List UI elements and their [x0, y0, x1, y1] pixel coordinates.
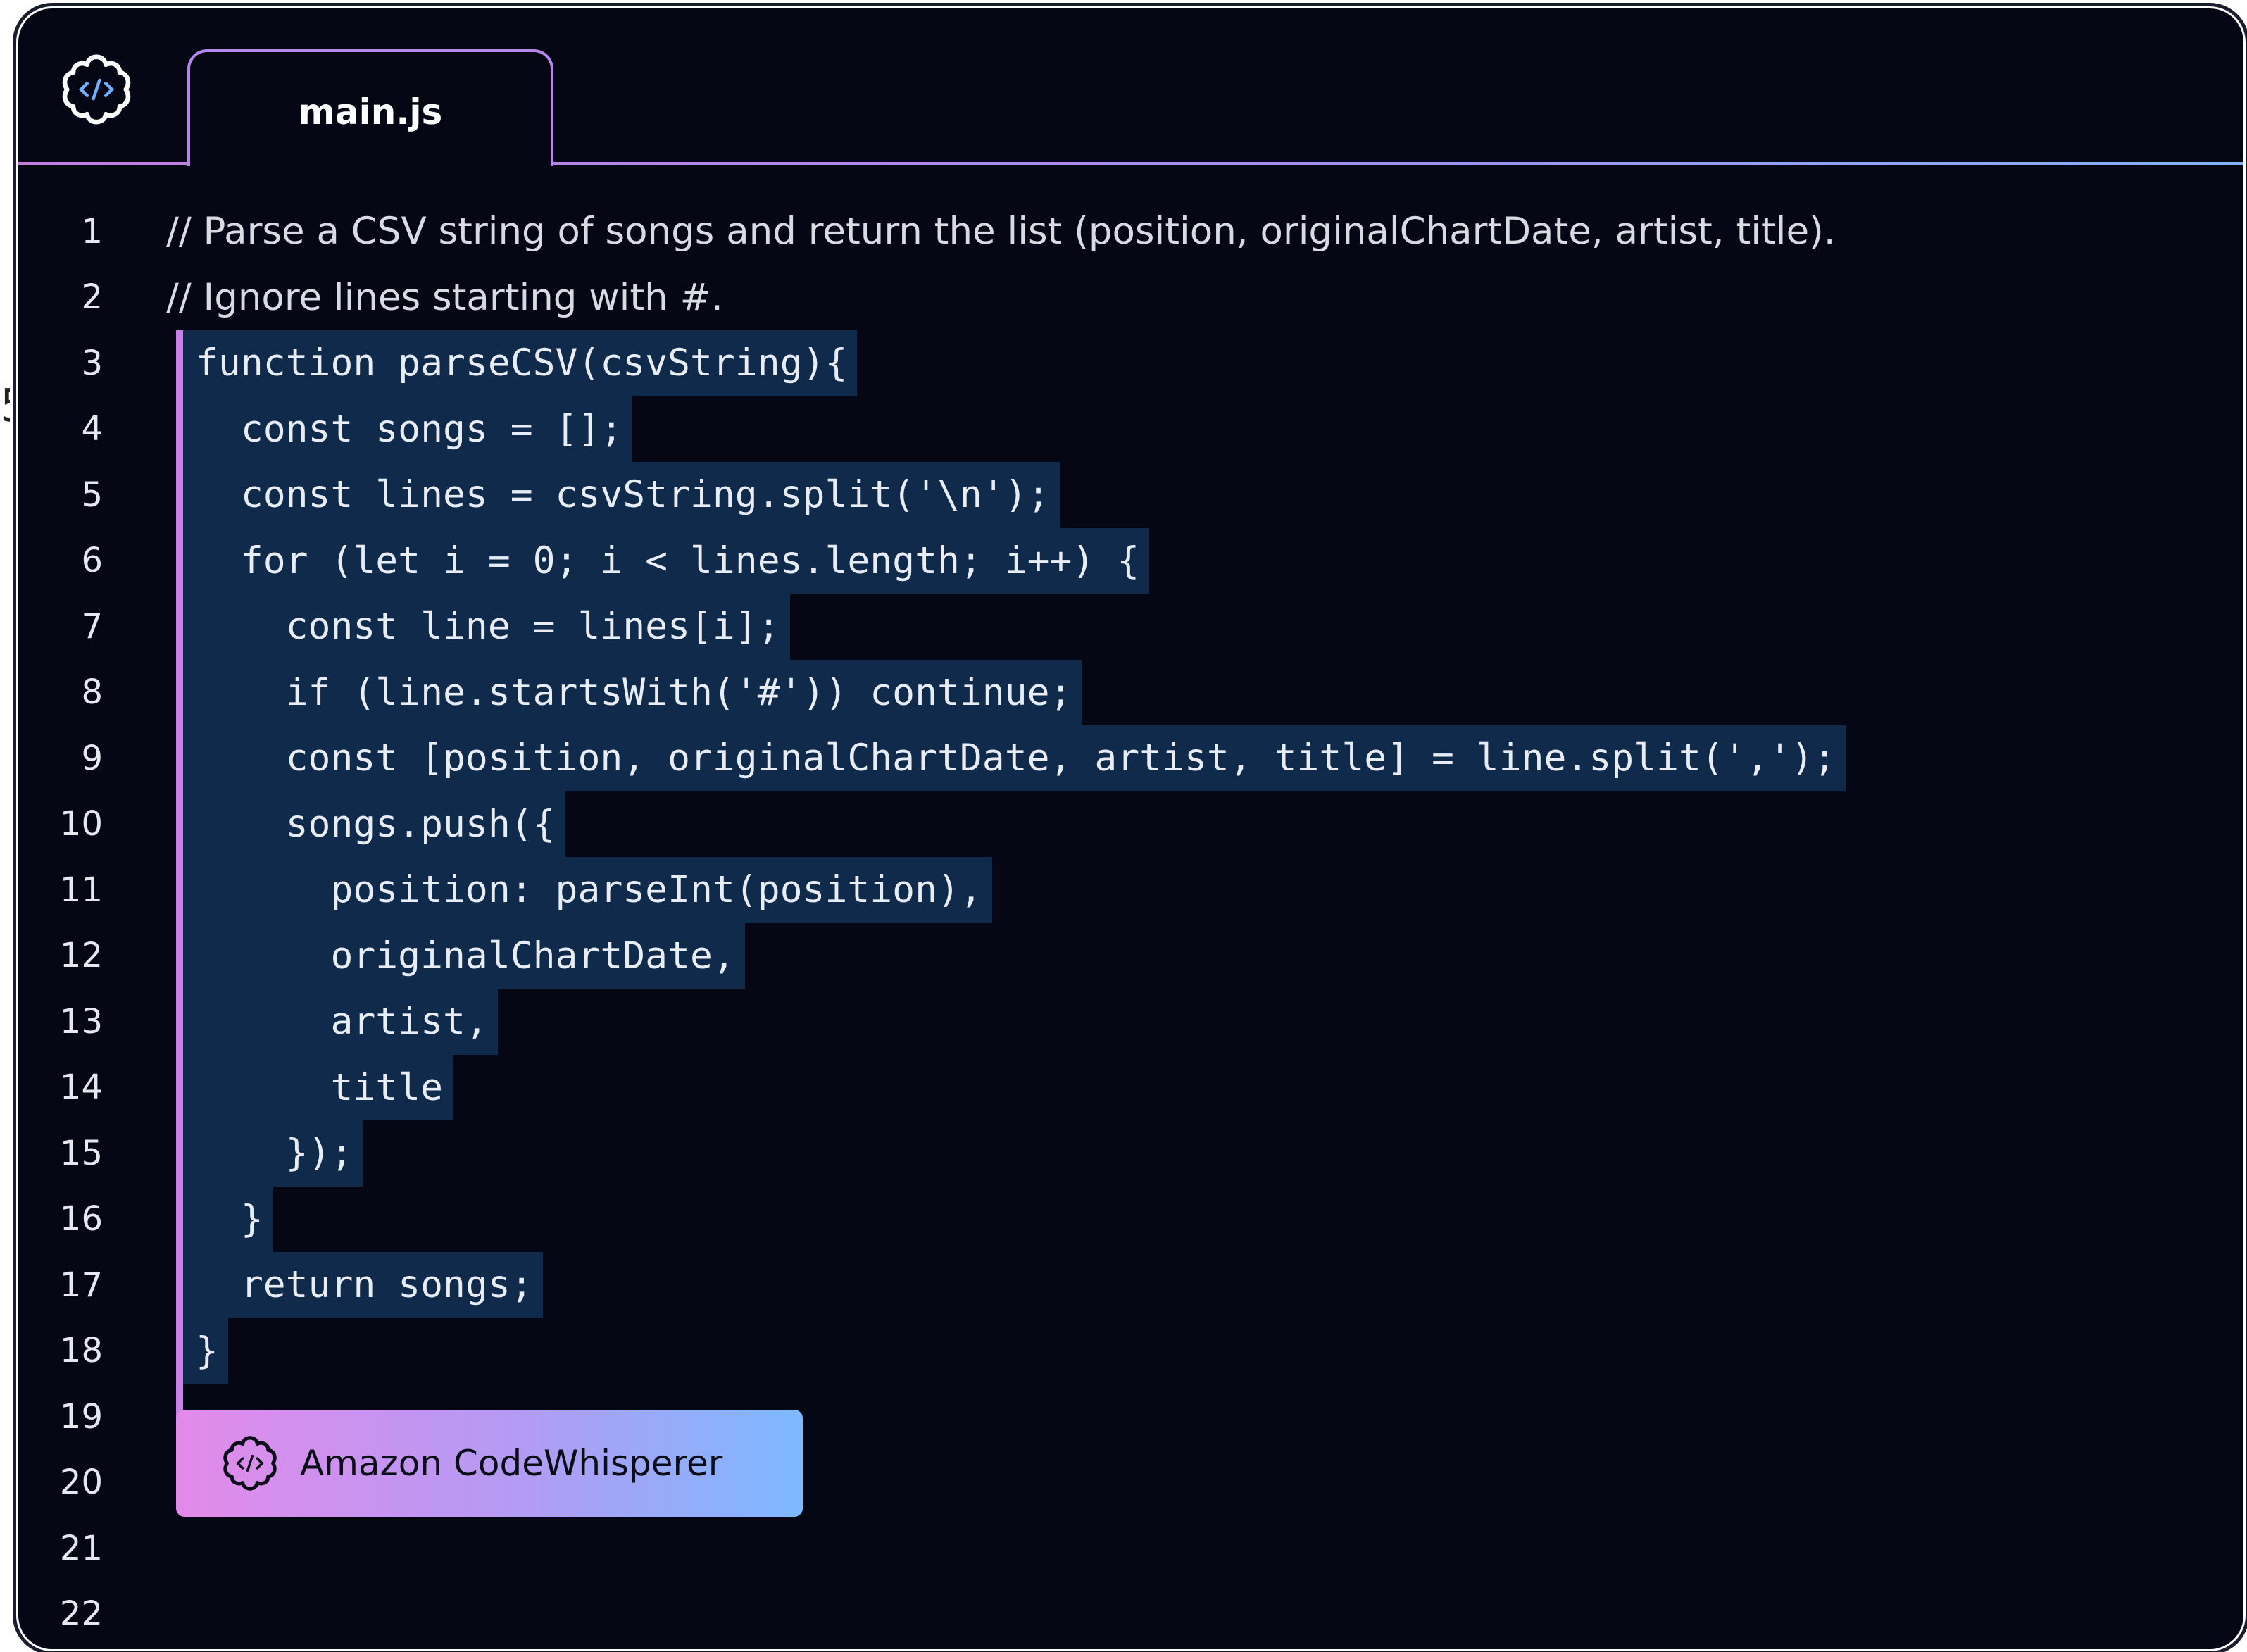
code-line: 13 artist,	[18, 989, 2243, 1055]
suggestion-bar	[176, 791, 183, 857]
suggestion-bar	[176, 1186, 183, 1252]
suggested-code[interactable]: songs.push({	[183, 791, 565, 857]
code-line: 12 originalChartDate,	[18, 922, 2243, 989]
suggestion-bar	[176, 527, 183, 594]
line-number: 12	[59, 936, 103, 976]
code-line: 5 const lines = csvString.split('\n');	[18, 462, 2243, 528]
line-number: 9	[81, 738, 103, 778]
suggested-code[interactable]: }	[183, 1318, 228, 1384]
suggestion-bar	[176, 1318, 183, 1384]
badge-label: Amazon CodeWhisperer	[300, 1443, 723, 1484]
line-number: 7	[81, 606, 103, 646]
code-line: 17 return songs;	[18, 1252, 2243, 1318]
line-number: 17	[59, 1265, 103, 1305]
code-line: 11 position: parseInt(position),	[18, 857, 2243, 923]
suggested-code[interactable]: if (line.startsWith('#')) continue;	[183, 659, 1082, 725]
editor-window: main.js 1 // Parse a CSV string of songs…	[15, 6, 2246, 1652]
code-line: 15 });	[18, 1120, 2243, 1187]
suggested-code[interactable]: const lines = csvString.split('\n');	[183, 462, 1060, 528]
suggested-code[interactable]: const line = lines[i];	[183, 594, 790, 660]
line-number: 10	[59, 804, 103, 844]
codewhisperer-logo-icon	[223, 1436, 277, 1491]
line-number: 4	[81, 409, 103, 449]
line-number: 18	[59, 1331, 103, 1371]
code-comment: // Ignore lines starting with #.	[166, 275, 723, 319]
code-line: 8 if (line.startsWith('#')) continue;	[18, 659, 2243, 725]
suggestion-bar	[176, 1054, 183, 1120]
code-line: 22	[18, 1582, 2243, 1648]
line-number: 11	[59, 870, 103, 910]
suggestion-bar	[176, 330, 183, 396]
suggested-code[interactable]: const [position, originalChartDate, arti…	[183, 725, 1846, 791]
code-line: 18 }	[18, 1318, 2243, 1384]
suggestion-bar	[176, 396, 183, 462]
suggested-code[interactable]: return songs;	[183, 1252, 543, 1318]
tab-label: main.js	[298, 92, 443, 132]
line-number: 6	[81, 541, 103, 581]
suggested-code[interactable]: originalChartDate,	[183, 922, 745, 989]
suggestion-bar	[176, 922, 183, 989]
line-number: 3	[81, 343, 103, 383]
suggestion-bar	[176, 725, 183, 791]
suggested-code[interactable]: for (let i = 0; i < lines.length; i++) {	[183, 527, 1150, 594]
codewhisperer-badge[interactable]: Amazon CodeWhisperer	[176, 1410, 803, 1517]
line-number: 13	[59, 1001, 103, 1041]
code-line: 9 const [position, originalChartDate, ar…	[18, 725, 2243, 791]
suggestion-bar	[176, 659, 183, 725]
suggested-code[interactable]: }	[183, 1186, 273, 1252]
suggestion-bar	[176, 462, 183, 528]
suggested-code[interactable]: position: parseInt(position),	[183, 857, 992, 923]
line-number: 21	[59, 1528, 103, 1568]
code-line: 3 function parseCSV(csvString){	[18, 330, 2243, 396]
code-line: 21	[18, 1515, 2243, 1582]
suggested-code[interactable]: function parseCSV(csvString){	[183, 330, 858, 396]
line-number: 14	[59, 1068, 103, 1108]
line-number: 2	[81, 277, 103, 318]
code-line: 2 // Ignore lines starting with #.	[18, 265, 2243, 331]
suggestion-bar	[176, 1252, 183, 1318]
suggestion-bar	[176, 989, 183, 1055]
code-line: 14 title	[18, 1054, 2243, 1120]
suggestion-bar	[176, 857, 183, 923]
suggested-code[interactable]: title	[183, 1054, 453, 1120]
line-number: 1	[81, 211, 103, 251]
code-line: 16 }	[18, 1186, 2243, 1252]
line-number: 19	[59, 1396, 103, 1437]
suggested-code[interactable]: });	[183, 1120, 363, 1187]
codewhisperer-logo-icon[interactable]	[58, 51, 135, 128]
line-number: 5	[81, 475, 103, 515]
line-number: 22	[59, 1594, 103, 1634]
code-comment: // Parse a CSV string of songs and retur…	[166, 210, 1836, 254]
code-line: 4 const songs = [];	[18, 396, 2243, 462]
line-number: 20	[59, 1463, 103, 1503]
line-number: 16	[59, 1199, 103, 1239]
suggestion-bar	[176, 1120, 183, 1187]
suggested-code[interactable]: const songs = [];	[183, 396, 633, 462]
tab-main-js[interactable]: main.js	[187, 49, 553, 166]
line-number: 8	[81, 672, 103, 713]
code-line: 6 for (let i = 0; i < lines.length; i++)…	[18, 527, 2243, 594]
suggestion-bar	[176, 594, 183, 660]
line-number: 15	[59, 1133, 103, 1173]
code-line: 7 const line = lines[i];	[18, 594, 2243, 660]
clipped-edge-glyph: 5	[0, 380, 10, 432]
suggested-code[interactable]: artist,	[183, 989, 498, 1055]
code-line: 1 // Parse a CSV string of songs and ret…	[18, 199, 2243, 265]
code-line: 10 songs.push({	[18, 791, 2243, 857]
